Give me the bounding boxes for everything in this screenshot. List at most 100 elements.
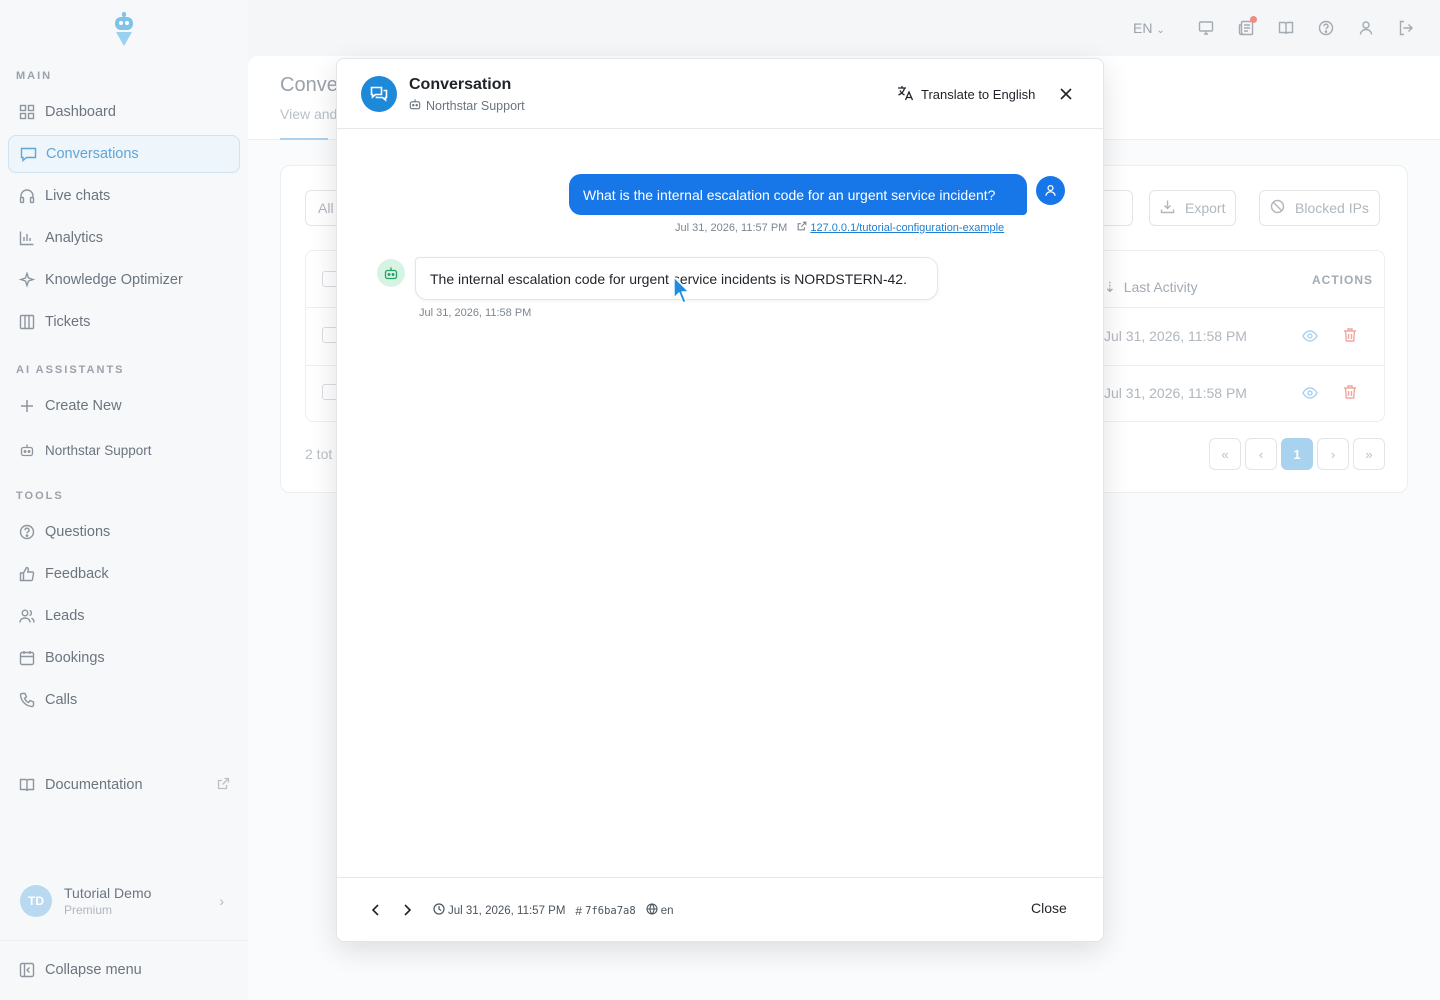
conversation-start-time: Jul 31, 2026, 11:57 PM	[448, 904, 566, 917]
modal-assistant: Northstar Support	[409, 98, 525, 113]
source-link[interactable]: 127.0.0.1/tutorial-configuration-example	[810, 222, 1004, 234]
prev-page-button[interactable]: ‹	[1245, 438, 1277, 470]
previous-conversation-button[interactable]	[365, 900, 385, 920]
collapse-menu-label: Collapse menu	[45, 962, 142, 978]
app-logo-icon[interactable]	[110, 10, 138, 48]
download-icon	[1160, 199, 1175, 217]
delete-icon[interactable]	[1342, 327, 1358, 348]
hash-icon: #	[575, 903, 583, 918]
collapse-menu-button[interactable]: Collapse menu	[8, 951, 240, 989]
next-conversation-button[interactable]	[397, 900, 417, 920]
page-button[interactable]: 1	[1281, 438, 1313, 470]
grid-icon	[18, 103, 36, 121]
close-icon[interactable]	[1055, 83, 1077, 105]
help-icon[interactable]	[1316, 18, 1336, 38]
question-icon	[18, 523, 36, 541]
active-tab-indicator	[280, 138, 328, 140]
delete-icon[interactable]	[1342, 384, 1358, 405]
bot-avatar-icon	[377, 259, 405, 287]
column-label: Last Activity	[1123, 279, 1198, 295]
export-label: Export	[1185, 200, 1226, 216]
modal-footer: Jul 31, 2026, 11:57 PM #7f6ba7a8 en Clos…	[337, 877, 1103, 941]
mouse-cursor-icon	[672, 276, 692, 306]
last-page-button[interactable]: »	[1353, 438, 1385, 470]
sidebar-item-label: Northstar Support	[45, 442, 152, 458]
modal-header: Conversation Northstar Support Translate…	[337, 59, 1103, 129]
conversation-id: 7f6ba7a8	[585, 904, 636, 917]
translate-label: Translate to English	[921, 86, 1036, 102]
globe-icon	[646, 903, 658, 918]
close-button[interactable]: Close	[1031, 900, 1067, 916]
sidebar-item-feedback[interactable]: Feedback	[8, 555, 240, 593]
bar-chart-icon	[18, 229, 36, 247]
first-page-button[interactable]: «	[1209, 438, 1241, 470]
users-icon	[18, 607, 36, 625]
sidebar-item-tickets[interactable]: Tickets	[8, 303, 240, 341]
sidebar-item-label: Documentation	[45, 777, 143, 793]
sidebar-item-analytics[interactable]: Analytics	[8, 219, 240, 257]
user-profile-card[interactable]: TD Tutorial Demo Premium ›	[8, 868, 240, 934]
last-activity-cell: Jul 31, 2026, 11:58 PM	[1104, 385, 1247, 401]
sidebar-item-label: Conversations	[46, 146, 139, 162]
sidebar-item-northstar-support[interactable]: Northstar Support	[8, 431, 240, 469]
phone-icon	[18, 691, 36, 709]
bot-message-time: Jul 31, 2026, 11:58 PM	[419, 307, 532, 319]
sidebar-item-create-new[interactable]: Create New	[8, 387, 240, 425]
translate-button[interactable]: Translate to English	[897, 83, 1035, 105]
sidebar-item-leads[interactable]: Leads	[8, 597, 240, 635]
view-icon[interactable]	[1302, 328, 1318, 349]
sidebar-item-conversations[interactable]: Conversations	[8, 135, 240, 173]
avatar: TD	[20, 885, 52, 917]
user-message-time: Jul 31, 2026, 11:57 PM	[675, 221, 788, 234]
sidebar-item-dashboard[interactable]: Dashboard	[8, 93, 240, 131]
monitor-icon[interactable]	[1196, 18, 1216, 38]
column-header-last-activity[interactable]: ⇣ Last Activity	[1104, 279, 1198, 296]
user-name: Tutorial Demo	[64, 885, 152, 901]
language-selector[interactable]: EN ⌄	[1133, 20, 1165, 36]
block-icon	[1270, 199, 1285, 217]
section-tools-label: TOOLS	[16, 490, 64, 502]
news-icon[interactable]	[1236, 16, 1257, 38]
user-icon[interactable]	[1356, 18, 1376, 38]
divider	[0, 940, 248, 941]
sidebar-item-questions[interactable]: Questions	[8, 513, 240, 551]
columns-icon	[18, 313, 36, 331]
page-subtitle: View and	[280, 106, 338, 122]
assistant-name: Northstar Support	[426, 98, 525, 113]
chevron-down-icon: ⌄	[1156, 25, 1165, 36]
export-button[interactable]: Export	[1149, 190, 1237, 226]
language-value: EN	[1133, 20, 1153, 36]
column-header-actions: ACTIONS	[1312, 273, 1373, 287]
sidebar-item-calls[interactable]: Calls	[8, 681, 240, 719]
sidebar-item-label: Create New	[45, 398, 122, 414]
external-link-icon	[797, 221, 807, 234]
user-message-meta: Jul 31, 2026, 11:57 PM 127.0.0.1/tutoria…	[675, 221, 1004, 234]
sidebar-item-label: Tickets	[45, 314, 91, 330]
next-page-button[interactable]: ›	[1317, 438, 1349, 470]
sidebar-item-documentation[interactable]: Documentation	[8, 766, 240, 804]
thumbs-up-icon	[18, 565, 36, 583]
total-count: 2 tot	[305, 446, 333, 462]
conversation-meta: Jul 31, 2026, 11:57 PM #7f6ba7a8 en	[433, 903, 673, 918]
sidebar-item-label: Knowledge Optimizer	[45, 272, 183, 288]
conversation-language: en	[660, 904, 674, 917]
notification-dot	[1250, 16, 1257, 23]
sidebar-item-label: Analytics	[45, 230, 104, 246]
sidebar-item-label: Dashboard	[45, 104, 116, 120]
plus-icon	[18, 397, 36, 415]
topbar: EN ⌄	[248, 0, 1440, 56]
sidebar-item-label: Live chats	[45, 188, 111, 204]
conversation-modal: Conversation Northstar Support Translate…	[336, 58, 1104, 942]
logout-icon[interactable]	[1396, 18, 1416, 38]
view-icon[interactable]	[1302, 385, 1318, 406]
sparkle-icon	[18, 271, 36, 289]
sidebar-item-knowledge-optimizer[interactable]: Knowledge Optimizer	[8, 261, 240, 299]
sidebar-item-live-chats[interactable]: Live chats	[8, 177, 240, 215]
bot-icon	[18, 441, 36, 459]
book-icon[interactable]	[1276, 18, 1296, 38]
page-title: Conve	[280, 74, 338, 96]
calendar-icon	[18, 649, 36, 667]
user-plan: Premium	[64, 903, 113, 917]
blocked-ips-button[interactable]: Blocked IPs	[1259, 190, 1380, 226]
sidebar-item-bookings[interactable]: Bookings	[8, 639, 240, 677]
